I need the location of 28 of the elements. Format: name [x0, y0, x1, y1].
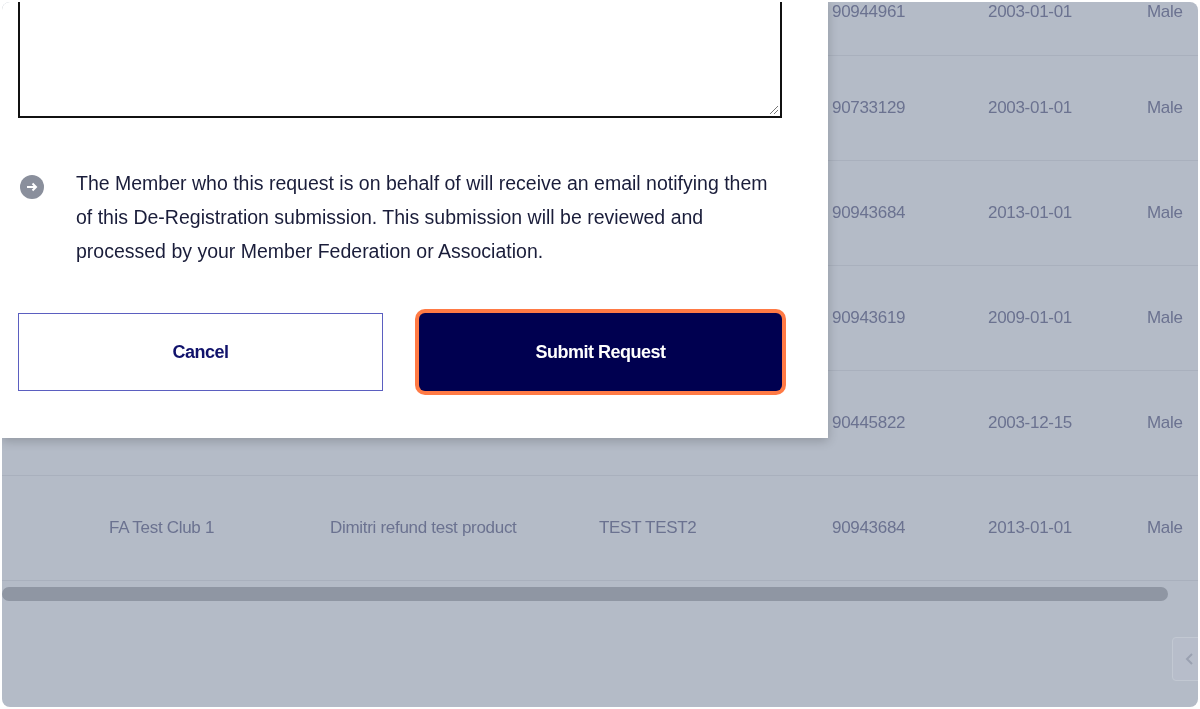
horizontal-scrollbar[interactable] — [2, 587, 1168, 601]
table-cell: TEST TEST2 — [599, 518, 697, 537]
table-cell: 2009-01-01 — [988, 308, 1072, 327]
chevron-left-icon — [1185, 652, 1195, 666]
table-cell: Male — [1147, 308, 1183, 327]
table-cell: 2013-01-01 — [988, 518, 1072, 537]
table-cell: 90445822 — [832, 413, 906, 432]
table-cell: 90943684 — [832, 203, 906, 222]
table-cell: Male — [1147, 98, 1183, 117]
table-cell: 90943619 — [832, 308, 906, 327]
text-area[interactable] — [18, 2, 782, 118]
table-cell: 90733129 — [832, 98, 906, 117]
cancel-button[interactable]: Cancel — [18, 313, 383, 391]
table-cell: Dimitri refund test product — [330, 518, 517, 537]
arrow-right-circle-icon — [20, 175, 44, 199]
table-cell: FA Test Club 1 — [109, 518, 215, 537]
resize-grip-icon[interactable] — [767, 103, 779, 115]
notice-text: The Member who this request is on behalf of will receive an email notifying them of this De-Registration submission. This submission will be reviewed and processed by your Member Federation or Association. — [76, 171, 769, 264]
table-cell: 90944961 — [832, 2, 906, 21]
table-cell: Male — [1147, 518, 1183, 537]
table-cell: 2003-12-15 — [988, 413, 1072, 432]
table-cell: 2003-01-01 — [988, 98, 1072, 117]
table-cell: Male — [1147, 413, 1183, 432]
table-cell: 2003-01-01 — [988, 2, 1072, 21]
table-cell: 2013-01-01 — [988, 203, 1072, 222]
table-cell: Male — [1147, 2, 1183, 21]
table-cell: 90943684 — [832, 518, 906, 537]
table-cell: Male — [1147, 203, 1183, 222]
